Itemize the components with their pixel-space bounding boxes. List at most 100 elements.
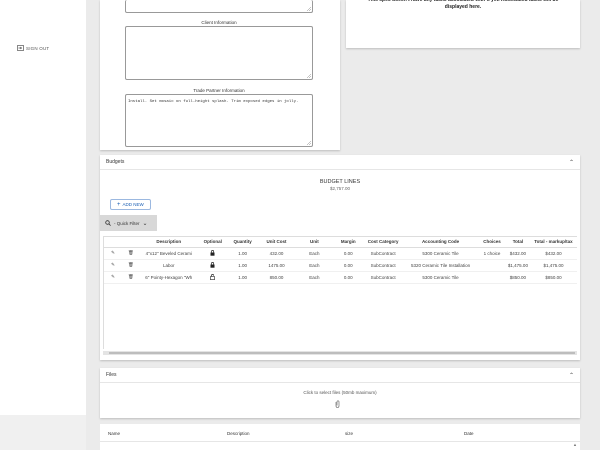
delete-trash-icon[interactable]: 🗑 [121, 259, 140, 272]
trade-partner-textarea[interactable]: Install. Set mosaic on full-height splas… [125, 94, 313, 147]
column-header[interactable]: Description [227, 431, 250, 436]
cell-total: $1,475.00 [505, 259, 530, 272]
cell-unit-cost: 432.00 [257, 247, 296, 260]
file-drop-zone[interactable]: Click to select files (50mb maximum) [100, 390, 580, 395]
table-row[interactable]: ✎ 🗑 4"x12" Beveled Cerami 1.00 432.00 Ea… [104, 247, 577, 260]
client-info-label: Client Information [201, 20, 237, 25]
budget-lines-table: Description Optional Quantity Unit Cost … [103, 236, 577, 349]
horizontal-scrollbar[interactable] [103, 351, 577, 355]
delete-trash-icon[interactable]: 🗑 [121, 247, 140, 260]
column-header[interactable]: Cost Category [363, 237, 404, 248]
quick-filter-label: - Quick Filter [114, 220, 140, 226]
column-header[interactable]: Name [108, 431, 120, 436]
table-row[interactable]: ✎ 🗑 6" Pointy-Hexagon "Wh 1.00 850.00 Ea… [104, 271, 577, 284]
budgets-panel: Budgets ⌃ BUDGET LINES $2,757.00 + ADD N… [100, 155, 580, 360]
scroll-up-icon[interactable]: ▲ [573, 442, 577, 447]
edit-pencil-icon[interactable]: ✎ [104, 259, 122, 272]
sidebar: SIGN OUT [0, 0, 86, 415]
cell-total: $432.00 [505, 247, 530, 260]
cell-total: $850.00 [505, 271, 530, 284]
cell-quantity: 1.00 [227, 271, 258, 284]
budgets-panel-header[interactable]: Budgets ⌃ [100, 155, 580, 170]
edit-column-header [104, 237, 122, 248]
cell-total-markup: $432.00 [529, 247, 577, 260]
cell-accounting-code: 5300 Ceramic Tile [403, 247, 479, 260]
search-icon [105, 220, 111, 226]
cell-choices[interactable] [478, 259, 506, 272]
cell-accounting-code: 5320 Ceramic Tile Installation [403, 259, 479, 272]
files-panel-title: Files [106, 372, 117, 378]
sign-out-icon [17, 45, 24, 51]
cell-margin: 0.00 [333, 259, 364, 272]
files-table-header: Name Description size Date [100, 424, 580, 442]
add-new-button[interactable]: + ADD NEW [110, 199, 151, 210]
scrollbar-thumb[interactable] [109, 352, 575, 354]
column-header[interactable]: Accounting Code [403, 237, 479, 248]
cell-description: Labor [139, 259, 198, 272]
cell-total-markup: $1,475.00 [529, 259, 577, 272]
table-header-row: Description Optional Quantity Unit Cost … [104, 237, 577, 248]
cell-choices[interactable] [478, 271, 506, 284]
cell-description: 6" Pointy-Hexagon "Wh [139, 271, 198, 284]
delete-column-header [121, 237, 140, 248]
lock-open-icon[interactable] [197, 271, 228, 284]
column-header[interactable]: Optional [197, 237, 228, 248]
delete-trash-icon[interactable]: 🗑 [121, 271, 140, 284]
client-info-text [126, 27, 312, 37]
column-header[interactable]: Total - markup/tax [529, 237, 577, 248]
column-header[interactable]: Date [464, 431, 474, 436]
sign-out-label: SIGN OUT [26, 45, 50, 51]
add-new-label: ADD NEW [122, 202, 144, 207]
sign-out-button[interactable]: SIGN OUT [17, 45, 49, 51]
cell-accounting-code: 5300 Ceramic Tile [403, 271, 479, 284]
cell-margin: 0.00 [333, 247, 364, 260]
column-header[interactable]: size [345, 431, 353, 436]
lock-closed-icon[interactable] [197, 247, 228, 260]
cell-total-markup: $850.00 [529, 271, 577, 284]
cell-unit: Each [295, 259, 334, 272]
table-row[interactable]: ✎ 🗑 Labor 1.00 1475.00 Each 0.00 SubCont… [104, 259, 577, 272]
cell-quantity: 1.00 [227, 259, 258, 272]
budgets-panel-title: Budgets [106, 159, 125, 165]
cell-unit-cost: 1475.00 [257, 259, 296, 272]
cell-margin: 0.00 [333, 271, 364, 284]
files-panel-header[interactable]: Files ⌃ [100, 368, 580, 383]
notes-textarea[interactable] [125, 0, 313, 13]
chevron-down-icon: ⌄ [142, 220, 148, 227]
column-header[interactable]: Total [505, 237, 530, 248]
column-header[interactable]: Unit [295, 237, 334, 248]
cell-choices[interactable]: 1 choice [478, 247, 506, 260]
cell-unit-cost: 850.00 [257, 271, 296, 284]
column-header[interactable]: Choices [478, 237, 506, 248]
resize-grip-icon[interactable] [307, 74, 311, 78]
client-info-textarea[interactable] [125, 26, 313, 80]
cell-quantity: 1.00 [227, 247, 258, 260]
budget-lines-title: BUDGET LINES [319, 179, 361, 185]
column-header[interactable]: Margin [333, 237, 364, 248]
edit-pencil-icon[interactable]: ✎ [104, 271, 122, 284]
cell-unit: Each [295, 271, 334, 284]
cell-cost-category: SubContract [363, 271, 404, 284]
tasks-empty-message: This spec doesn't have any tasks associa… [367, 0, 559, 10]
resize-grip-icon[interactable] [307, 141, 311, 145]
lock-closed-icon[interactable] [197, 259, 228, 272]
spec-details-card: Client Information Trade Partner Informa… [100, 0, 340, 150]
column-header[interactable]: Unit Cost [257, 237, 296, 248]
trade-partner-text: Install. Set mosaic on full-height splas… [128, 100, 299, 104]
cell-cost-category: SubContract [363, 259, 404, 272]
edit-pencil-icon[interactable]: ✎ [104, 247, 122, 260]
quick-filter-button[interactable]: - Quick Filter ⌄ [100, 215, 157, 231]
collapse-chevron-icon[interactable]: ⌃ [569, 159, 574, 166]
cell-description: 4"x12" Beveled Cerami [139, 247, 198, 260]
column-header[interactable]: Description [139, 237, 198, 248]
trade-partner-label: Trade Partner Information [193, 88, 245, 93]
files-table: Name Description size Date ▲ [100, 424, 580, 450]
budget-lines-total: $2,757.00 [329, 186, 351, 191]
resize-grip-icon[interactable] [307, 7, 311, 11]
tasks-card: This spec doesn't have any tasks associa… [346, 0, 580, 48]
cell-unit: Each [295, 247, 334, 260]
column-header[interactable]: Quantity [227, 237, 258, 248]
main-content: Client Information Trade Partner Informa… [86, 0, 600, 450]
paperclip-icon[interactable] [335, 400, 340, 410]
collapse-chevron-icon[interactable]: ⌃ [569, 372, 574, 379]
